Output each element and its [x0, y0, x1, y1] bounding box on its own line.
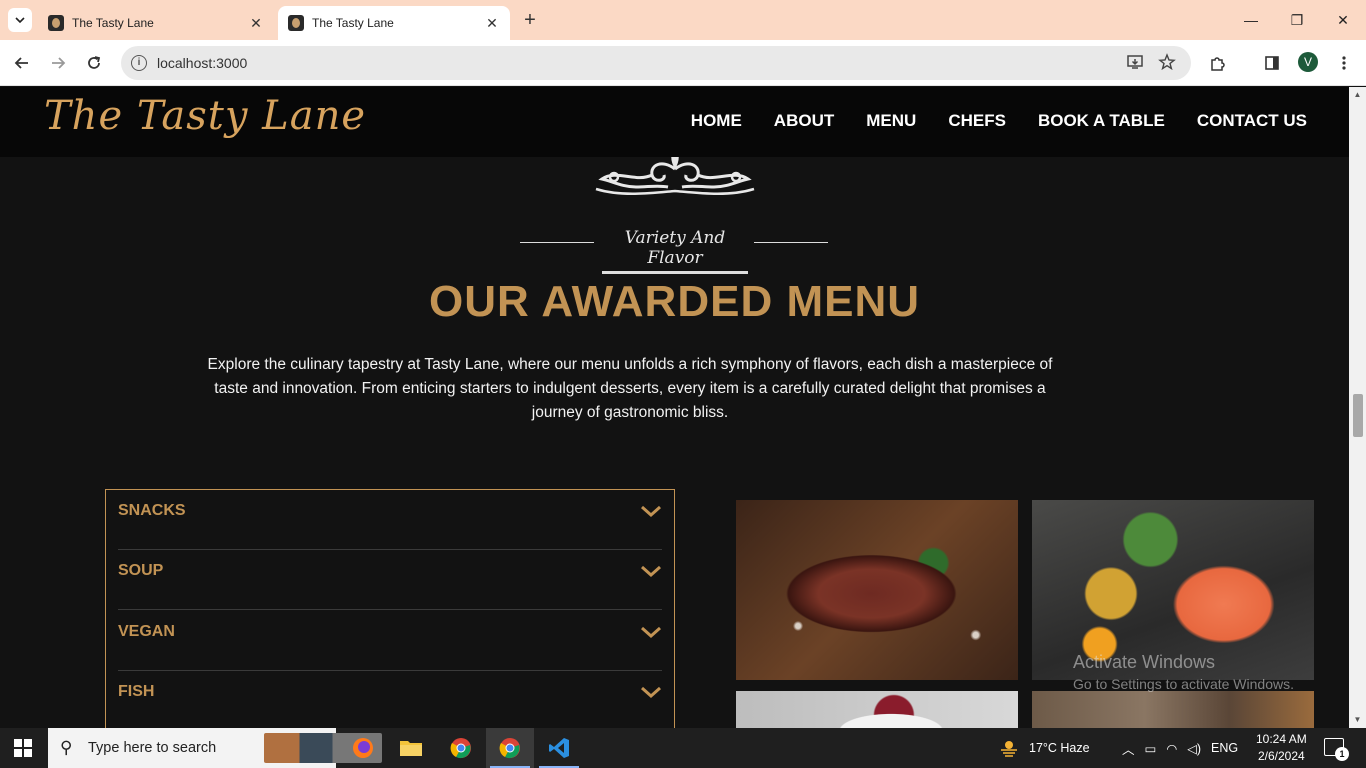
arrow-left-icon	[14, 57, 28, 69]
site-header: The Tasty Lane HOME ABOUT MENU CHEFS BOO…	[0, 87, 1349, 157]
forward-button[interactable]	[44, 49, 72, 77]
section-subtitle-wrapper: Variety And Flavor	[520, 227, 830, 274]
bookmark-star-icon[interactable]	[1157, 53, 1177, 73]
browser-tab-active[interactable]: The Tasty Lane ✕	[278, 6, 510, 40]
side-panel-button[interactable]	[1258, 49, 1286, 77]
tab-strip: The Tasty Lane ✕ The Tasty Lane ✕ + — ❐ …	[0, 0, 1366, 40]
accordion-label: SOUP	[118, 562, 164, 579]
weather-haze-icon	[1001, 741, 1017, 757]
activate-windows-watermark: Activate Windows Go to Settings to activ…	[1073, 651, 1294, 695]
clock-time: 10:24 AM	[1256, 732, 1307, 746]
url-text[interactable]: localhost:3000	[157, 55, 247, 71]
nav-menu[interactable]: MENU	[866, 111, 916, 131]
dessert-image	[736, 691, 1018, 728]
extensions-button[interactable]	[1204, 49, 1232, 77]
chevron-down-icon[interactable]	[640, 564, 662, 578]
taskbar-search[interactable]: ⚲ Type here to search	[48, 728, 382, 768]
language-indicator[interactable]: ENG	[1211, 741, 1238, 755]
chevron-down-icon[interactable]	[640, 685, 662, 699]
volume-icon[interactable]: ◁)	[1187, 741, 1201, 756]
steak-image	[736, 500, 1018, 680]
notification-badge: 1	[1335, 747, 1349, 761]
weather-text: 17°C Haze	[1029, 741, 1090, 755]
menu-accordion: SNACKS SOUP VEGAN FISH	[105, 489, 675, 728]
minimize-button[interactable]: —	[1228, 0, 1274, 40]
page-scrollbar[interactable]: ▲ ▼	[1349, 87, 1366, 728]
reload-button[interactable]	[80, 49, 108, 77]
main-nav: HOME ABOUT MENU CHEFS BOOK A TABLE CONTA…	[691, 111, 1307, 131]
nav-about[interactable]: ABOUT	[774, 111, 834, 131]
accordion-item-vegan[interactable]: VEGAN	[118, 611, 662, 671]
search-placeholder: Type here to search	[88, 740, 217, 756]
tab-search-button[interactable]	[8, 8, 32, 32]
section-title: OUR AWARDED MENU	[428, 277, 921, 326]
nav-book-a-table[interactable]: BOOK A TABLE	[1038, 111, 1165, 131]
reload-icon	[88, 56, 101, 69]
site-info-icon[interactable]: i	[131, 55, 147, 71]
table-setting-image	[1032, 691, 1314, 728]
accordion-label: SNACKS	[118, 502, 186, 519]
accordion-item-snacks[interactable]: SNACKS	[118, 490, 662, 550]
page-viewport: The Tasty Lane HOME ABOUT MENU CHEFS BOO…	[0, 87, 1349, 728]
wifi-icon[interactable]: ◠	[1166, 741, 1177, 756]
file-explorer-app-icon[interactable]	[387, 728, 435, 768]
new-tab-button[interactable]: +	[518, 8, 542, 32]
site-logo[interactable]: The Tasty Lane	[44, 93, 366, 139]
tab-title: The Tasty Lane	[72, 16, 154, 30]
accordion-item-soup[interactable]: SOUP	[118, 550, 662, 610]
notification-center-icon[interactable]: 1	[1324, 738, 1349, 761]
close-tab-icon[interactable]: ✕	[248, 15, 264, 31]
divider-line	[754, 242, 828, 243]
scroll-up-arrow-icon[interactable]: ▲	[1353, 90, 1362, 99]
tab-title: The Tasty Lane	[312, 16, 394, 30]
firefox-app-icon[interactable]	[339, 728, 387, 768]
profile-avatar[interactable]: V	[1298, 52, 1318, 72]
weather-widget[interactable]: 17°C Haze	[998, 728, 1090, 768]
chevron-up-icon[interactable]: ︿	[1122, 739, 1135, 758]
puzzle-icon	[1211, 57, 1225, 71]
clock-date: 2/6/2024	[1257, 749, 1305, 763]
restore-button[interactable]: ❐	[1274, 0, 1320, 40]
close-tab-icon[interactable]: ✕	[484, 15, 500, 31]
nav-contact-us[interactable]: CONTACT US	[1197, 111, 1307, 131]
system-tray: ︿ ▭ ◠ ◁) ENG	[1122, 728, 1238, 768]
chrome-app-icon[interactable]	[437, 728, 485, 768]
site-favicon-icon	[288, 15, 304, 31]
windows-taskbar: ⚲ Type here to search 17°C Haze ︿ ▭ ◠ ◁)…	[0, 728, 1366, 768]
scroll-down-arrow-icon[interactable]: ▼	[1353, 715, 1362, 724]
browser-tab[interactable]: The Tasty Lane ✕	[38, 6, 274, 40]
menu-intro-text: Explore the culinary tapestry at Tasty L…	[207, 356, 1053, 421]
arrow-right-icon	[52, 57, 66, 69]
side-panel-icon	[1265, 56, 1279, 70]
chrome-app-icon-active[interactable]	[486, 728, 534, 768]
vscode-app-icon[interactable]	[535, 728, 583, 768]
divider-line	[520, 242, 594, 243]
windows-start-icon[interactable]	[14, 739, 32, 757]
more-vertical-icon	[1342, 56, 1346, 70]
chevron-down-icon	[15, 17, 25, 24]
install-app-icon[interactable]	[1125, 53, 1145, 73]
nav-home[interactable]: HOME	[691, 111, 742, 131]
browser-menu-button[interactable]	[1330, 49, 1358, 77]
battery-icon[interactable]: ▭	[1145, 741, 1157, 756]
chevron-down-icon[interactable]	[640, 504, 662, 518]
chevron-down-icon[interactable]	[640, 625, 662, 639]
address-bar[interactable]: i localhost:3000	[121, 46, 1191, 80]
accordion-label: VEGAN	[118, 623, 175, 640]
browser-toolbar: i localhost:3000 V	[0, 40, 1366, 86]
nav-chefs[interactable]: CHEFS	[948, 111, 1006, 131]
watermark-title: Activate Windows	[1073, 652, 1216, 672]
site-favicon-icon	[48, 15, 64, 31]
back-button[interactable]	[8, 49, 36, 77]
section-subtitle: Variety And Flavor	[602, 228, 748, 274]
watermark-subtitle: Go to Settings to activate Windows.	[1073, 676, 1294, 692]
taskbar-clock[interactable]: 10:24 AM 2/6/2024	[1256, 731, 1307, 765]
close-window-button[interactable]: ✕	[1320, 0, 1366, 40]
search-icon: ⚲	[60, 738, 73, 757]
accordion-label: FISH	[118, 683, 155, 700]
accordion-item-fish[interactable]: FISH	[118, 671, 662, 728]
scrollbar-thumb[interactable]	[1353, 394, 1363, 437]
